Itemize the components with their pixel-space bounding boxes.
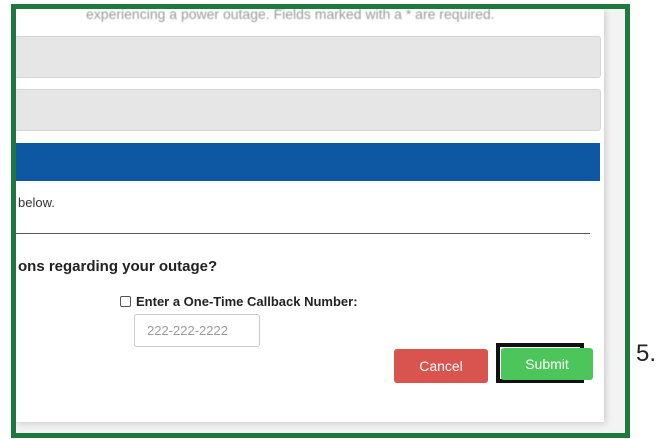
cancel-button[interactable]: Cancel	[394, 349, 488, 383]
callback-option[interactable]: Enter a One-Time Callback Number:	[120, 294, 358, 309]
section-header-bar	[16, 143, 600, 181]
callback-checkbox[interactable]	[120, 296, 131, 307]
intro-text: experiencing a power outage. Fields mark…	[86, 6, 495, 22]
form-field-2[interactable]	[16, 89, 601, 131]
outage-form-panel: experiencing a power outage. Fields mark…	[16, 9, 604, 422]
instruction-text: below.	[18, 195, 55, 210]
question-heading: ons regarding your outage?	[18, 258, 218, 275]
highlight-frame: experiencing a power outage. Fields mark…	[11, 4, 630, 438]
step-number: 5.	[636, 340, 657, 367]
submit-button[interactable]: Submit	[501, 348, 593, 380]
divider	[16, 233, 590, 234]
screenshot-stage: experiencing a power outage. Fields mark…	[0, 0, 662, 439]
form-field-1[interactable]	[16, 36, 601, 78]
callback-label: Enter a One-Time Callback Number:	[136, 294, 358, 309]
callback-number-input[interactable]	[134, 314, 260, 347]
